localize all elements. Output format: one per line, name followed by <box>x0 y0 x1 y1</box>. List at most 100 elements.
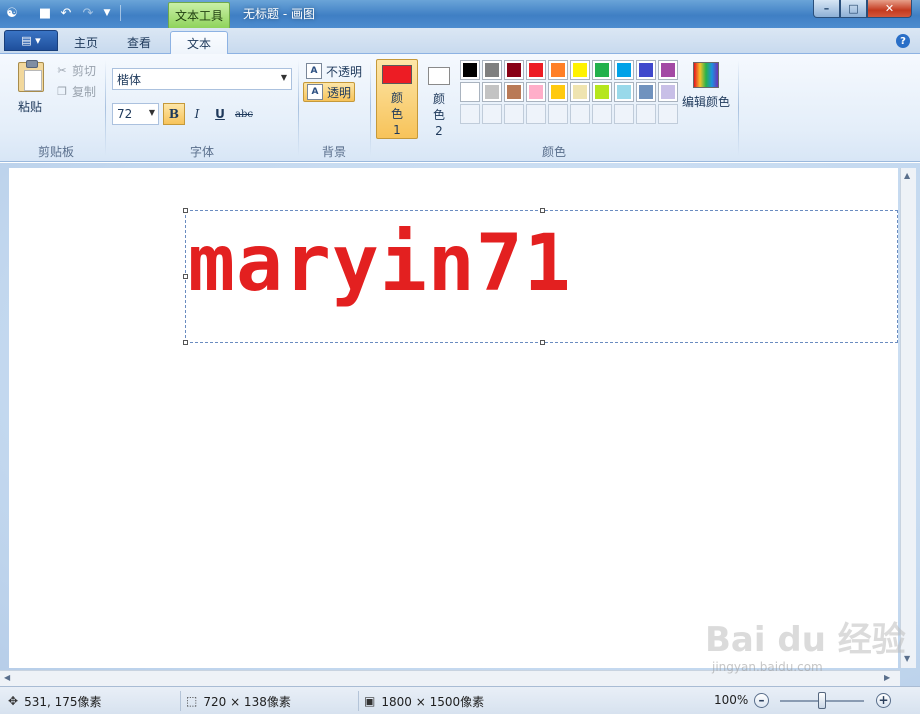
font-size-value: 72 <box>117 107 133 121</box>
palette-color-swatch[interactable] <box>548 82 568 102</box>
palette-custom-slot[interactable] <box>504 104 524 124</box>
cut-button[interactable]: ✂ 剪切 <box>56 62 96 78</box>
font-family-value: 楷体 <box>117 72 142 87</box>
strikethrough-button[interactable]: abc <box>232 103 256 125</box>
help-icon[interactable]: ? <box>896 34 910 48</box>
palette-color-swatch[interactable] <box>592 82 612 102</box>
edit-colors-label: 编辑颜色 <box>682 95 731 109</box>
palette-color-fill <box>595 85 609 99</box>
ribbon-tabs: ▤ ▾ 主页 查看 文本 ? <box>0 28 920 55</box>
drawing-canvas[interactable]: maryin71 <box>9 168 898 668</box>
canvas-workspace: maryin71 ▲ ▼ ◀ ▶ <box>0 163 920 686</box>
vertical-scrollbar[interactable]: ▲ ▼ <box>900 168 916 668</box>
opaque-label: 不透明 <box>326 64 363 79</box>
text-selection-box[interactable]: maryin71 <box>185 210 898 343</box>
paint-menu-button[interactable]: ▤ ▾ <box>4 30 58 51</box>
palette-color-swatch[interactable] <box>658 82 678 102</box>
paint-app-icon[interactable]: ☯ <box>4 5 20 21</box>
palette-custom-slot[interactable] <box>658 104 678 124</box>
palette-custom-slot[interactable] <box>614 104 634 124</box>
save-icon[interactable]: ■ <box>37 5 53 21</box>
palette-color-swatch[interactable] <box>658 60 678 80</box>
redo-icon[interactable]: ↷ <box>80 5 96 21</box>
font-family-select[interactable]: 楷体 ▼ <box>112 68 292 90</box>
palette-custom-slot[interactable] <box>548 104 568 124</box>
group-separator <box>105 60 106 156</box>
zoom-in-button[interactable]: + <box>876 693 891 708</box>
zoom-level: 100% <box>714 693 749 707</box>
zoom-slider-thumb[interactable] <box>818 692 826 709</box>
palette-color-swatch[interactable] <box>592 60 612 80</box>
zoom-out-button[interactable]: – <box>754 693 769 708</box>
palette-color-swatch[interactable] <box>548 60 568 80</box>
color-palette <box>460 60 678 124</box>
italic-button[interactable]: I <box>186 103 208 125</box>
paste-button[interactable]: 粘贴 <box>18 98 42 115</box>
palette-color-fill <box>529 63 543 77</box>
tab-home[interactable]: 主页 <box>62 31 110 54</box>
palette-color-swatch[interactable] <box>460 60 480 80</box>
bold-button[interactable]: B <box>163 103 185 125</box>
opaque-icon: A <box>306 63 322 79</box>
palette-color-fill <box>551 63 565 77</box>
palette-color-swatch[interactable] <box>636 82 656 102</box>
scroll-right-icon[interactable]: ▶ <box>884 673 890 682</box>
palette-color-fill <box>617 63 631 77</box>
text-tools-context-tab: 文本工具 <box>168 2 230 28</box>
resize-handle[interactable] <box>540 340 545 345</box>
resize-handle[interactable] <box>183 208 188 213</box>
title-bar: ☯ ■ ↶ ↷ ▼ 文本工具 无标题 - 画图 – □ ✕ <box>0 0 920 28</box>
cut-label: 剪切 <box>72 63 97 78</box>
palette-color-fill <box>617 85 631 99</box>
font-size-select[interactable]: 72 ▼ <box>112 103 159 125</box>
tab-text[interactable]: 文本 <box>170 31 228 55</box>
palette-custom-slot[interactable] <box>460 104 480 124</box>
palette-color-fill <box>463 85 477 99</box>
palette-color-swatch[interactable] <box>614 82 634 102</box>
palette-color-swatch[interactable] <box>504 60 524 80</box>
canvas-text[interactable]: maryin71 <box>188 225 572 303</box>
maximize-button[interactable]: □ <box>840 0 867 18</box>
palette-color-swatch[interactable] <box>482 82 502 102</box>
color2-button[interactable]: 颜色 2 <box>422 59 456 139</box>
paste-icon[interactable] <box>18 60 44 92</box>
undo-icon[interactable]: ↶ <box>58 5 74 21</box>
palette-custom-slot[interactable] <box>636 104 656 124</box>
scroll-up-icon[interactable]: ▲ <box>904 171 910 180</box>
palette-color-fill <box>507 63 521 77</box>
palette-custom-slot[interactable] <box>592 104 612 124</box>
resize-handle[interactable] <box>183 340 188 345</box>
copy-button[interactable]: ❐ 复制 <box>56 83 96 99</box>
underline-button[interactable]: U <box>209 103 231 125</box>
palette-custom-slot[interactable] <box>570 104 590 124</box>
palette-color-swatch[interactable] <box>482 60 502 80</box>
resize-handle[interactable] <box>183 274 188 279</box>
cursor-position-value: 531, 175像素 <box>24 694 102 709</box>
edit-colors-button[interactable]: 编辑颜色 <box>682 62 730 110</box>
transparent-button[interactable]: A 透明 <box>303 82 356 102</box>
palette-color-swatch[interactable] <box>526 82 546 102</box>
copy-icon: ❐ <box>57 84 67 98</box>
minimize-button[interactable]: – <box>813 0 840 18</box>
palette-color-swatch[interactable] <box>614 60 634 80</box>
resize-handle[interactable] <box>540 208 545 213</box>
opaque-button[interactable]: A 不透明 <box>303 61 365 81</box>
palette-custom-slot[interactable] <box>526 104 546 124</box>
chevron-down-icon: ▼ <box>148 108 155 117</box>
palette-color-swatch[interactable] <box>460 82 480 102</box>
palette-color-swatch[interactable] <box>636 60 656 80</box>
transparent-icon: A <box>307 84 323 100</box>
palette-color-swatch[interactable] <box>504 82 524 102</box>
background-group-label: 背景 <box>321 145 346 159</box>
palette-custom-slot[interactable] <box>482 104 502 124</box>
palette-color-swatch[interactable] <box>570 60 590 80</box>
palette-color-swatch[interactable] <box>570 82 590 102</box>
ribbon: 粘贴 ✂ 剪切 ❐ 复制 剪贴板 楷体 ▼ 72 ▼ B I U abc 字体 … <box>0 54 920 162</box>
customize-toolbar-icon[interactable]: ▼ <box>101 5 113 21</box>
palette-color-swatch[interactable] <box>526 60 546 80</box>
close-button[interactable]: ✕ <box>867 0 912 18</box>
palette-color-fill <box>573 63 587 77</box>
scroll-left-icon[interactable]: ◀ <box>4 673 10 682</box>
color1-button[interactable]: 颜色 1 <box>376 59 418 139</box>
tab-view[interactable]: 查看 <box>112 31 166 54</box>
